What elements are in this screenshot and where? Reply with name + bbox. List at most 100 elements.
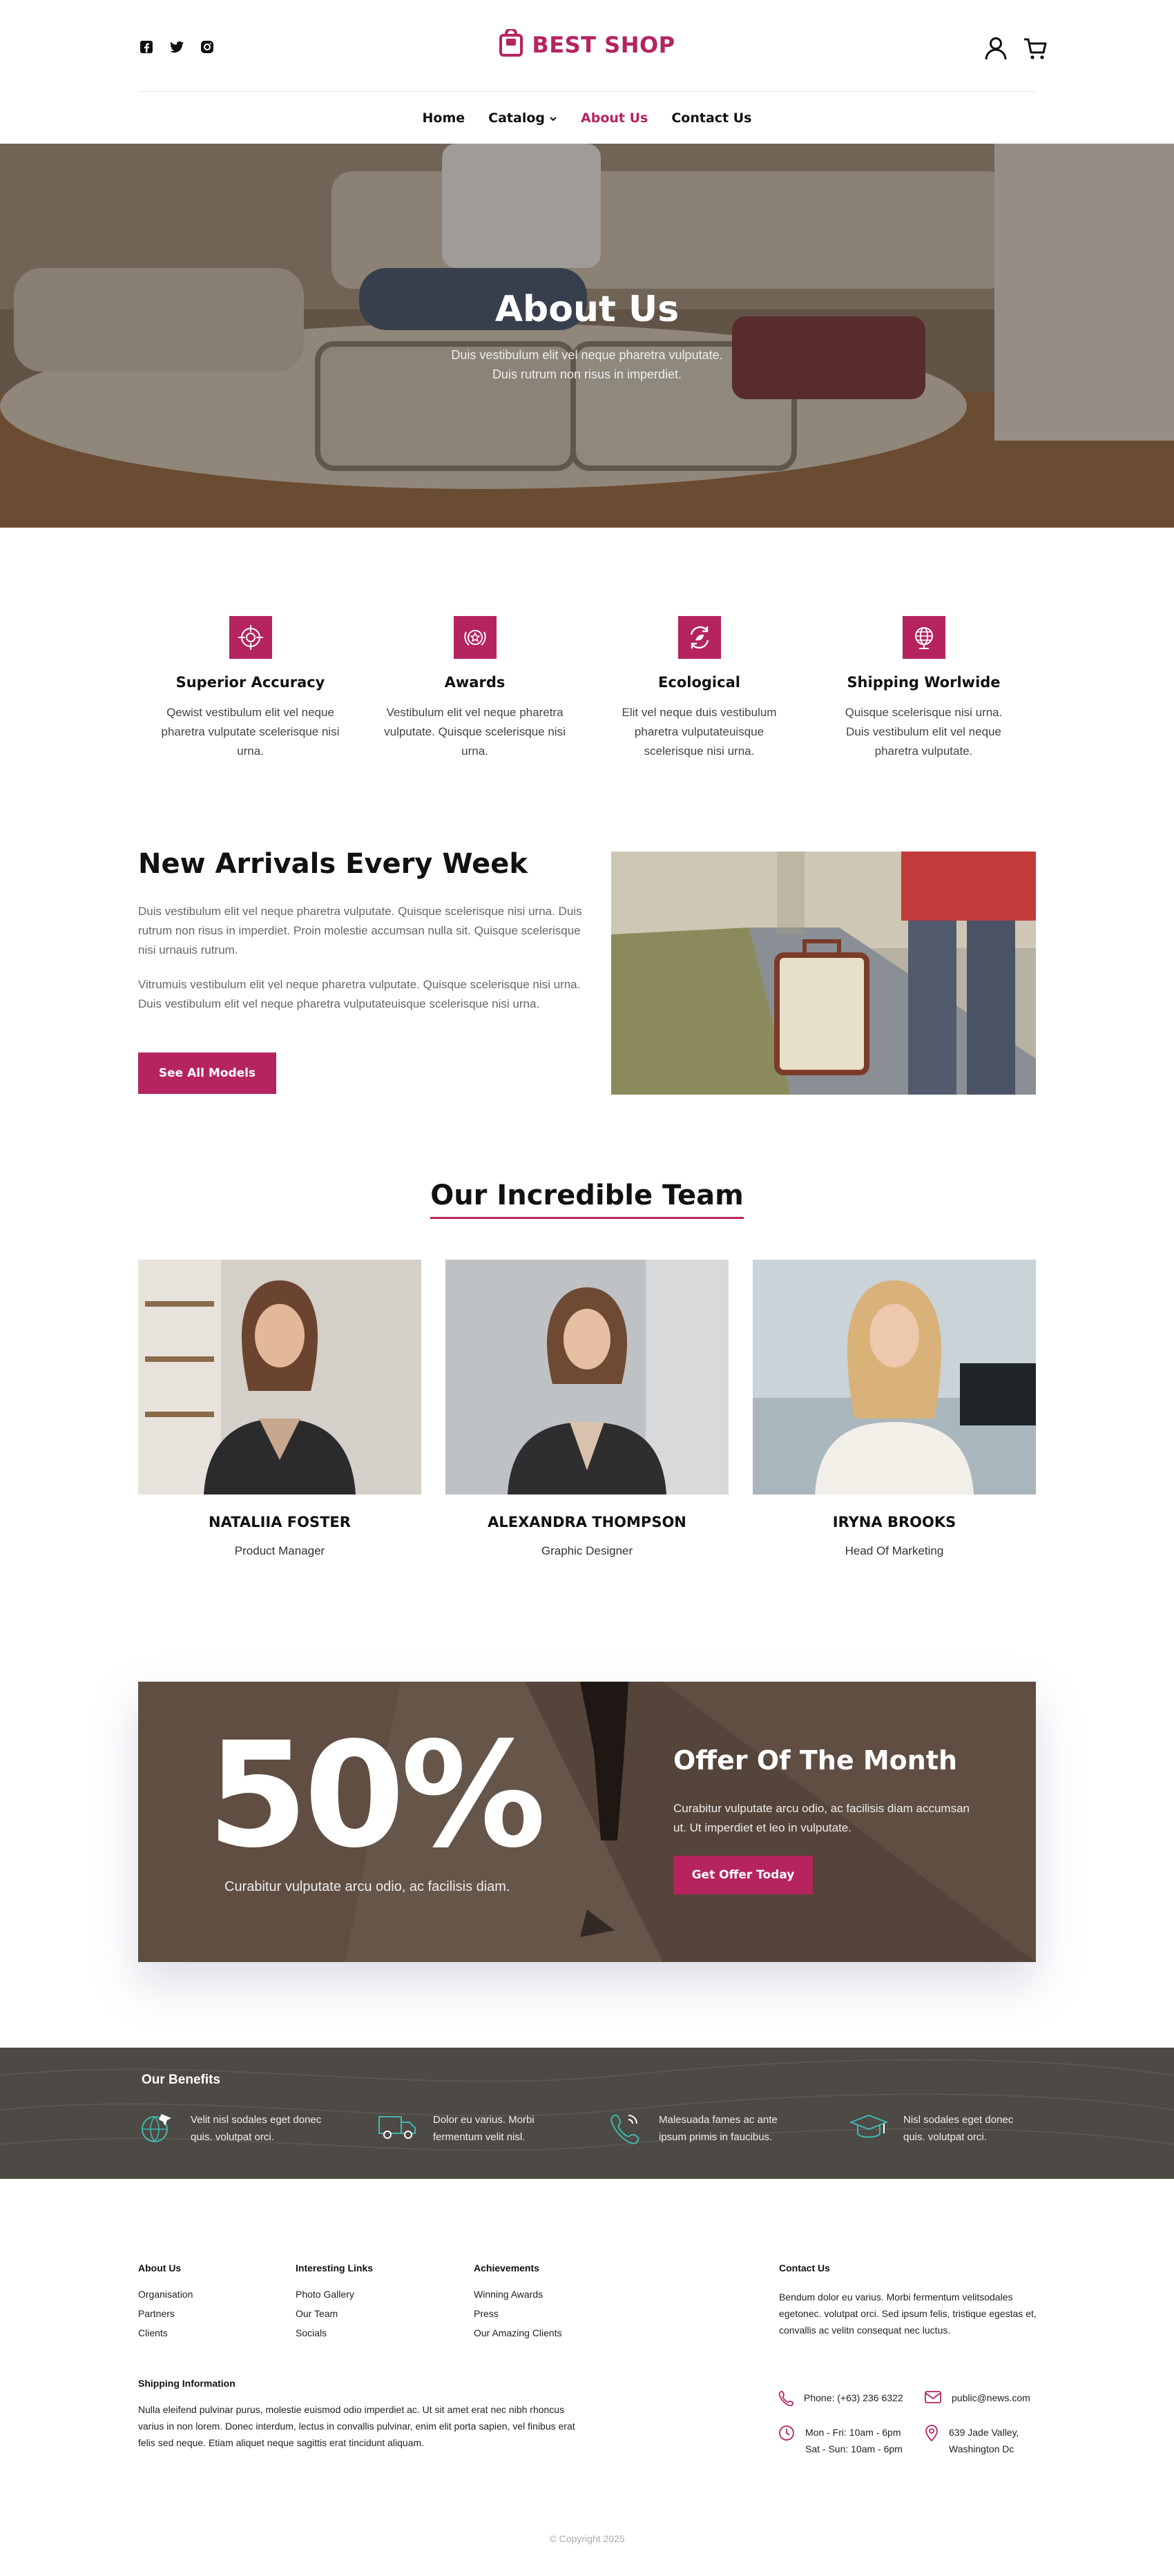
feature-shipping-worldwide: Shipping Worlwide Quisque scelerisque ni… <box>811 616 1036 761</box>
offer-banner: 50% Curabitur vulputate arcu odio, ac fa… <box>138 1682 1036 1962</box>
arrivals-title: New Arrivals Every Week <box>138 848 528 880</box>
team-member-card: ALEXANDRA THOMPSON Graphic Designer <box>445 1260 729 1558</box>
footer-link[interactable]: Socials <box>296 2327 373 2338</box>
team-member-role: Head Of Marketing <box>845 1544 944 1557</box>
copyright: © Copyright 2025 <box>549 2533 625 2544</box>
see-all-models-button[interactable]: See All Models <box>138 1052 276 1094</box>
footer-hours: Mon - Fri: 10am - 6pm Sat - Sun: 10am - 6… <box>778 2424 903 2457</box>
arrivals-image <box>611 852 1036 1095</box>
team-member-name: NATALIIA FOSTER <box>209 1514 351 1530</box>
footer-email[interactable]: public@news.com <box>924 2390 1030 2410</box>
footer-heading: Contact Us <box>779 2262 830 2274</box>
benefit-item: Dolor eu varius. Morbi fermentum velit n… <box>378 2111 554 2146</box>
footer-heading: Interesting Links <box>296 2262 374 2274</box>
target-icon <box>229 616 272 659</box>
footer-contact-text: Bendum dolor eu varius. Morbi fermentum … <box>779 2291 1037 2336</box>
offer-percent-caption: Curabitur vulputate arcu odio, ac facili… <box>224 1879 510 1894</box>
nav-home[interactable]: Home <box>423 110 465 126</box>
benefits-title: Our Benefits <box>142 2073 221 2087</box>
team-member-photo <box>445 1260 729 1494</box>
team-member-role: Graphic Designer <box>541 1544 633 1557</box>
team-title: Our Incredible Team <box>0 1180 1174 1219</box>
team-member-photo <box>138 1260 421 1494</box>
main-nav: Home Catalog About Us Contact Us <box>0 110 1174 126</box>
feature-title: Shipping Worlwide <box>847 674 1001 691</box>
footer-achievements: Achievements Winning Awards Press Our Am… <box>474 2262 562 2347</box>
feature-text: Quisque scelerisque nisi urna. Duis vest… <box>845 706 1003 758</box>
benefit-item: Velit nisl sodales eget donec quis. volu… <box>138 2111 322 2148</box>
benefit-text: Nisl sodales eget donec quis. volutpat o… <box>903 2114 1014 2143</box>
header-actions <box>984 36 1048 64</box>
team-member-name: IRYNA BROOKS <box>832 1514 956 1530</box>
hero-banner: About Us Duis vestibulum elit vel neque … <box>0 144 1174 528</box>
footer-link[interactable]: Press <box>474 2308 562 2319</box>
footer-link[interactable]: Partners <box>138 2308 193 2319</box>
chevron-down-icon <box>549 110 557 126</box>
feature-title: Ecological <box>658 674 740 691</box>
footer-link[interactable]: Organisation <box>138 2289 193 2300</box>
footer-shipping: Shipping Information Nulla eleifend pulv… <box>138 2378 587 2451</box>
footer-shipping-text: Nulla eleifend pulvinar purus, molestie … <box>138 2404 575 2448</box>
benefit-text: Velit nisl sodales eget donec quis. volu… <box>191 2114 322 2143</box>
team-member-photo <box>753 1260 1036 1494</box>
nav-catalog[interactable]: Catalog <box>488 110 557 126</box>
graduation-cap-icon <box>849 2111 889 2145</box>
clock-icon <box>778 2424 796 2447</box>
get-offer-button[interactable]: Get Offer Today <box>673 1856 813 1894</box>
shopping-bag-icon <box>499 28 523 60</box>
benefit-item: Malesuada fames ac ante ipsum primis in … <box>608 2111 790 2148</box>
recycle-icon <box>677 616 721 659</box>
footer-interesting-links: Interesting Links Photo Gallery Our Team… <box>296 2262 373 2347</box>
feature-text: Elit vel neque duis vestibulum pharetra … <box>622 706 777 758</box>
footer-phone[interactable]: Phone: (+63) 236 6322 <box>778 2390 903 2411</box>
hero-subtitle: Duis vestibulum elit vel neque pharetra … <box>451 348 723 381</box>
team-member-card: NATALIIA FOSTER Product Manager <box>138 1260 421 1558</box>
delivery-truck-icon <box>378 2111 418 2145</box>
footer-link[interactable]: Our Amazing Clients <box>474 2327 562 2338</box>
feature-awards: Awards Vestibulum elit vel neque pharetr… <box>363 616 587 761</box>
footer-address: 639 Jade Valley, Washington Dc <box>924 2424 1019 2457</box>
offer-percent: 50% <box>207 1711 546 1880</box>
benefits-bar: Our Benefits Velit nisl sodales eget don… <box>0 2048 1174 2179</box>
benefit-text: Dolor eu varius. Morbi fermentum velit n… <box>433 2114 535 2143</box>
footer-heading: Shipping Information <box>138 2378 235 2389</box>
phone-icon <box>608 2111 644 2148</box>
benefit-text: Malesuada fames ac ante ipsum primis in … <box>659 2114 778 2143</box>
globe-plane-icon <box>138 2111 175 2148</box>
team-member-card: IRYNA BROOKS Head Of Marketing <box>753 1260 1036 1558</box>
cart-icon[interactable] <box>1023 36 1048 64</box>
team-member-name: ALEXANDRA THOMPSON <box>488 1514 686 1530</box>
mail-icon <box>924 2390 942 2410</box>
header-divider <box>138 91 1036 92</box>
user-icon[interactable] <box>984 36 1008 64</box>
feature-ecological: Ecological Elit vel neque duis vestibulu… <box>587 616 811 761</box>
feature-text: Qewist vestibulum elit vel neque pharetr… <box>161 706 340 758</box>
footer-about: About Us Organisation Partners Clients <box>138 2262 193 2347</box>
footer-link[interactable]: Winning Awards <box>474 2289 562 2300</box>
phone-icon <box>778 2390 794 2411</box>
footer-link[interactable]: Clients <box>138 2327 193 2338</box>
globe-icon <box>902 616 945 659</box>
footer-contact: Contact Us Bendum dolor eu varius. Morbi… <box>779 2262 1038 2338</box>
feature-title: Awards <box>444 674 506 691</box>
arrivals-paragraph-1: Duis vestibulum elit vel neque pharetra … <box>138 905 582 957</box>
brand-name: BEST SHOP <box>532 31 675 58</box>
nav-contact-us[interactable]: Contact Us <box>671 110 751 126</box>
location-pin-icon <box>924 2424 939 2447</box>
feature-superior-accuracy: Superior Accuracy Qewist vestibulum elit… <box>138 616 363 761</box>
features-row: Superior Accuracy Qewist vestibulum elit… <box>138 616 1036 761</box>
footer-link[interactable]: Our Team <box>296 2308 373 2319</box>
feature-title: Superior Accuracy <box>175 674 325 691</box>
footer-link[interactable]: Photo Gallery <box>296 2289 373 2300</box>
footer-heading: About Us <box>138 2262 182 2274</box>
nav-about-us[interactable]: About Us <box>581 110 648 126</box>
offer-title: Offer Of The Month <box>673 1745 958 1776</box>
footer-heading: Achievements <box>474 2262 539 2274</box>
offer-text: Curabitur vulputate arcu odio, ac facili… <box>673 1802 970 1834</box>
award-icon <box>453 616 497 659</box>
team-member-role: Product Manager <box>234 1544 325 1557</box>
feature-text: Vestibulum elit vel neque pharetra vulpu… <box>384 706 566 758</box>
hero-overlay <box>0 144 1174 528</box>
page-title: About Us <box>494 289 680 330</box>
benefit-item: Nisl sodales eget donec quis. volutpat o… <box>849 2111 1035 2146</box>
